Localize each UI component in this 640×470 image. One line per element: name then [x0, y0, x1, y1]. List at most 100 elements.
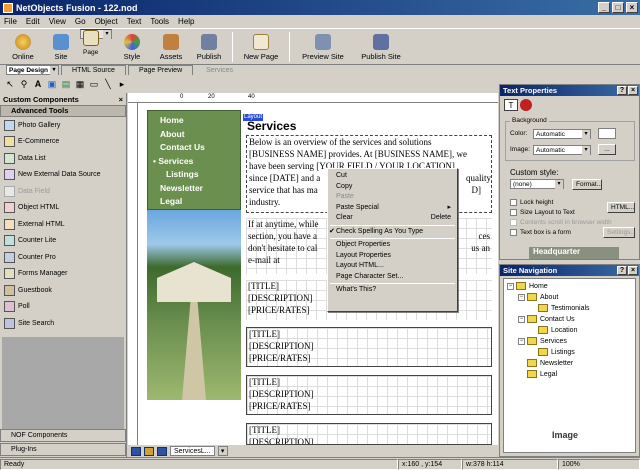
component-object-html[interactable]: Object HTML [0, 200, 126, 217]
menu-tools[interactable]: Tools [150, 17, 169, 26]
dropdown-arrow-icon[interactable]: ▾ [217, 446, 228, 456]
publish-site-button[interactable]: Publish Site [352, 29, 410, 65]
layout-tab-icon[interactable] [157, 446, 167, 456]
help-button[interactable]: ? [617, 266, 627, 275]
component-counter-pro[interactable]: Counter Pro [0, 249, 126, 266]
html-button[interactable]: HTML... [607, 201, 635, 213]
tree-node-newsletter[interactable]: Newsletter [527, 358, 573, 368]
publish-button[interactable]: Publish [190, 29, 228, 65]
maximize-button[interactable]: □ [612, 2, 624, 13]
nav-home[interactable]: Home [148, 115, 240, 129]
tree-node-contact-us[interactable]: − Contact Us [518, 314, 575, 324]
component-e-commerce[interactable]: E-Commerce [0, 134, 126, 151]
style-button[interactable]: Style [112, 29, 152, 65]
menu-go[interactable]: Go [75, 17, 86, 26]
lock-height-checkbox[interactable]: Lock height [510, 197, 575, 207]
tree-node-legal[interactable]: Legal [527, 369, 557, 379]
script-tab-icon[interactable] [520, 99, 532, 111]
preview-site-button[interactable]: Preview Site [294, 29, 352, 65]
collapse-icon[interactable]: − [518, 337, 525, 345]
close-button[interactable]: × [628, 266, 638, 275]
text-tool-icon[interactable]: A [32, 78, 44, 90]
table-tool-icon[interactable]: ▦ [74, 78, 86, 90]
ctx-layout-html[interactable]: Layout HTML... [328, 261, 457, 272]
tree-node-about[interactable]: − About [518, 292, 558, 302]
listing-box-3[interactable]: [TITLE] [DESCRIPTION] [PRICE/RATES] [246, 375, 492, 415]
component-photo-gallery[interactable]: Photo Gallery [0, 117, 126, 134]
component-guestbook[interactable]: Guestbook [0, 282, 126, 299]
help-button[interactable]: ? [617, 86, 627, 95]
close-icon[interactable]: × [119, 95, 126, 104]
menu-view[interactable]: View [49, 17, 66, 26]
settings-button[interactable]: Settings... [603, 227, 636, 238]
tab-page-design[interactable]: Page Design [6, 65, 60, 75]
layout-tab-icon[interactable] [144, 446, 154, 456]
ctx-cut[interactable]: Cut [328, 171, 457, 182]
assets-button[interactable]: Assets [152, 29, 190, 65]
close-button[interactable]: × [628, 86, 638, 95]
component-data-field[interactable]: Data Field [0, 183, 126, 200]
menu-text[interactable]: Text [127, 17, 142, 26]
tree-node-listings[interactable]: Listings [538, 347, 575, 357]
picture-tool-icon[interactable]: ▣ [46, 78, 58, 90]
collapse-icon[interactable]: − [518, 293, 525, 301]
menu-object[interactable]: Object [95, 17, 118, 26]
page-button[interactable]: Page [80, 29, 112, 56]
ctx-paste-special[interactable]: Paste Special ▸ [328, 203, 457, 214]
close-button[interactable]: × [626, 2, 638, 13]
nav-about[interactable]: About [148, 129, 240, 143]
minimize-button[interactable]: _ [598, 2, 610, 13]
site-button[interactable]: Site [42, 29, 80, 65]
nav-services[interactable]: • Services [148, 156, 240, 170]
tree-node-services[interactable]: − Services [518, 336, 567, 346]
collapse-icon[interactable]: − [518, 315, 525, 323]
text-tab-icon[interactable]: T [504, 99, 518, 111]
advanced-tools-header[interactable]: Advanced Tools [0, 105, 126, 117]
tab-page-preview[interactable]: Page Preview [127, 65, 194, 75]
tab-html-source[interactable]: HTML Source [61, 65, 126, 75]
format-button[interactable]: Format... [572, 179, 602, 190]
component-site-search[interactable]: Site Search [0, 315, 126, 332]
ctx-check-spelling[interactable]: ✔ Check Spelling As You Type [328, 227, 457, 238]
color-swatch[interactable] [598, 128, 616, 139]
menu-file[interactable]: File [4, 17, 17, 26]
ctx-page-character-set[interactable]: Page Character Set... [328, 272, 457, 283]
nof-components-section[interactable]: NOF Components [0, 429, 126, 442]
ctx-whats-this[interactable]: What's This? [328, 285, 457, 296]
component-data-list[interactable]: Data List [0, 150, 126, 167]
image-select[interactable]: Automatic [533, 144, 591, 155]
layout-tab-services[interactable]: ServicesL... [170, 446, 215, 456]
menu-edit[interactable]: Edit [26, 17, 40, 26]
custom-style-select[interactable]: (none) [510, 179, 564, 189]
line-tool-icon[interactable]: ╲ [102, 78, 114, 90]
color-select[interactable]: Automatic [533, 128, 591, 139]
listing-box-4[interactable]: [TITLE] [DESCRIPTION] [246, 423, 492, 445]
ctx-clear[interactable]: Clear Delete [328, 213, 457, 224]
listing-box-2[interactable]: [TITLE] [DESCRIPTION] [PRICE/RATES] [246, 327, 492, 367]
nav-newsletter[interactable]: Newsletter [148, 183, 240, 197]
ctx-layout-properties[interactable]: Layout Properties [328, 251, 457, 262]
component-poll[interactable]: Poll [0, 299, 126, 316]
ctx-copy[interactable]: Copy [328, 182, 457, 193]
tree-node-location[interactable]: Location [538, 325, 577, 335]
plug-ins-section[interactable]: Plug-Ins [0, 443, 126, 456]
ctx-paste[interactable]: Paste [328, 192, 457, 203]
component-new-external-data-source[interactable]: New External Data Source [0, 167, 126, 184]
select-icon[interactable]: ↖ [4, 78, 16, 90]
nav-listings[interactable]: Listings [148, 169, 240, 183]
component-external-html[interactable]: External HTML [0, 216, 126, 233]
tree-node-home[interactable]: − Home [507, 281, 548, 291]
collapse-icon[interactable]: − [507, 282, 514, 290]
tree-node-testimonials[interactable]: Testimonials [538, 303, 590, 313]
nav-legal[interactable]: Legal [148, 196, 240, 210]
more-tools-icon[interactable]: ▸ [116, 78, 128, 90]
tab-services[interactable]: Services [195, 65, 244, 75]
nav-contact-us[interactable]: Contact Us [148, 142, 240, 156]
ctx-object-properties[interactable]: Object Properties [328, 240, 457, 251]
text-box-form-checkbox[interactable]: Text box is a form [510, 228, 571, 238]
layout-tab-icon[interactable] [131, 446, 141, 456]
shape-tool-icon[interactable]: ▭ [88, 78, 100, 90]
component-forms-manager[interactable]: Forms Manager [0, 266, 126, 283]
new-page-button[interactable]: New Page [237, 29, 285, 65]
component-counter-lite[interactable]: Counter Lite [0, 233, 126, 250]
